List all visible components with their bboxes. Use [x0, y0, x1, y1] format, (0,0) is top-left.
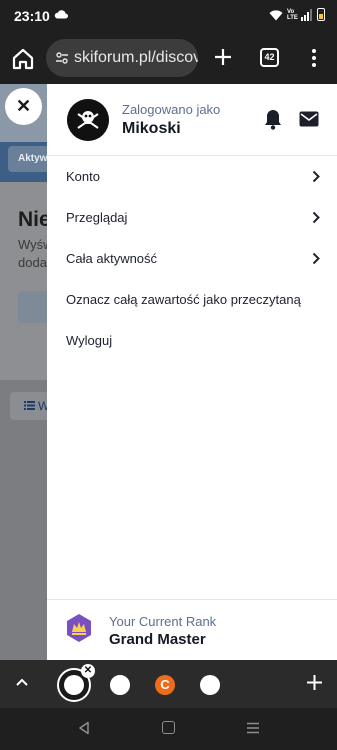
menu-item-logout[interactable]: Wyloguj: [47, 320, 337, 361]
menu-item-label: Cała aktywność: [66, 251, 158, 266]
tab-switcher-button[interactable]: 42: [260, 48, 279, 67]
chevron-right-icon: [312, 211, 320, 224]
system-navigation-bar: [0, 708, 337, 750]
address-bar[interactable]: skiforum.pl/discover: [46, 39, 198, 77]
active-tab-favicon[interactable]: ✕: [57, 664, 95, 702]
messages-envelope-icon[interactable]: [299, 111, 319, 127]
more-options-icon[interactable]: [308, 47, 320, 69]
signed-in-label: Zalogowano jako: [122, 102, 221, 117]
user-header: Zalogowano jako Mikoski: [47, 84, 337, 156]
status-bar: 23:10 Vo LTE: [0, 0, 337, 34]
menu-item-mark-all-read[interactable]: Oznacz całą zawartość jako przeczytaną: [47, 279, 337, 320]
rank-label: Your Current Rank: [109, 614, 217, 629]
home-square-icon[interactable]: [162, 721, 175, 734]
menu-item-all-activity[interactable]: Cała aktywność: [47, 238, 337, 279]
site-settings-icon[interactable]: [55, 51, 69, 65]
rank-value: Grand Master: [109, 631, 206, 648]
skiforum-favicon-icon: [64, 675, 84, 695]
menu-item-label: Oznacz całą zawartość jako przeczytaną: [66, 292, 301, 307]
tab-strip: ✕ C: [0, 660, 337, 708]
current-rank[interactable]: Your Current Rank Grand Master: [47, 599, 337, 660]
rank-badge-icon: [67, 614, 91, 642]
tab-favicon[interactable]: [110, 675, 130, 695]
menu-item-account[interactable]: Konto: [47, 156, 337, 197]
notifications-bell-icon[interactable]: [263, 108, 283, 130]
system-indicators: Vo LTE: [269, 8, 325, 21]
recent-apps-icon[interactable]: [246, 722, 260, 734]
menu-item-label: Wyloguj: [66, 333, 113, 348]
add-tab-icon[interactable]: [306, 674, 323, 691]
tab-favicon-letter: C: [160, 677, 170, 692]
back-icon[interactable]: [78, 721, 90, 735]
tab-count: 42: [264, 52, 275, 62]
menu-item-label: Przeglądaj: [66, 210, 128, 225]
drawer-menu: Konto Przeglądaj Cała aktywność Oznacz c…: [47, 156, 337, 361]
list-icon: [24, 401, 35, 410]
url-text: skiforum.pl/discover: [74, 49, 198, 66]
page-title: Nie: [18, 208, 51, 231]
browser-toolbar: skiforum.pl/discover 42: [0, 34, 337, 84]
new-tab-icon[interactable]: [212, 46, 234, 68]
menu-item-label: Konto: [66, 169, 100, 184]
cloud-icon: [54, 10, 68, 19]
close-tab-icon[interactable]: ✕: [81, 664, 95, 678]
tab-favicon[interactable]: [200, 675, 220, 695]
username[interactable]: Mikoski: [122, 120, 181, 138]
battery-icon: [317, 8, 325, 21]
wifi-icon: [269, 9, 283, 20]
chevron-right-icon: [312, 170, 320, 183]
menu-item-browse[interactable]: Przeglądaj: [47, 197, 337, 238]
tab-favicon[interactable]: C: [155, 675, 175, 695]
user-drawer: Zalogowano jako Mikoski Konto Przeglądaj…: [47, 84, 337, 660]
close-drawer-button[interactable]: ✕: [5, 88, 42, 125]
signal-icon: [301, 8, 312, 21]
home-icon[interactable]: [10, 46, 36, 72]
chevron-up-icon[interactable]: [15, 677, 29, 687]
status-time: 23:10: [14, 8, 50, 24]
volte-icon: Vo LTE: [287, 8, 298, 21]
avatar[interactable]: [67, 99, 109, 141]
chevron-right-icon: [312, 252, 320, 265]
